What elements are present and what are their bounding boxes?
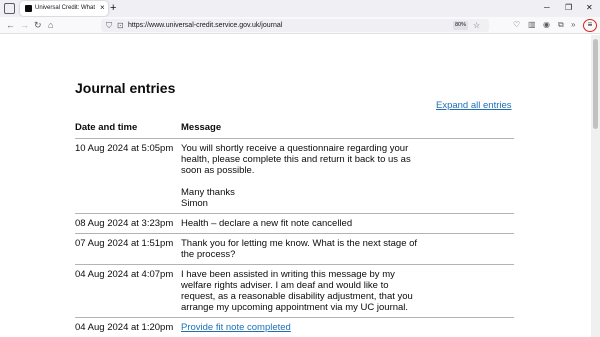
- entry-date: 04 Aug 2024 at 4:07pm: [75, 264, 181, 318]
- entry-message-cell: Thank you for letting me know. What is t…: [181, 233, 514, 265]
- back-icon[interactable]: ←: [6, 19, 15, 31]
- browser-tab[interactable]: Universal Credit: What Universa ×: [20, 1, 108, 16]
- sidebar-icon[interactable]: ▥: [528, 19, 536, 31]
- table-row: 10 Aug 2024 at 5:05pm You will shortly r…: [75, 138, 514, 214]
- entry-message: You will shortly receive a questionnaire…: [181, 143, 411, 176]
- account-icon[interactable]: ◉: [543, 19, 550, 31]
- list-all-tabs-icon[interactable]: [4, 3, 15, 14]
- home-icon[interactable]: ⌂: [48, 19, 53, 31]
- extensions-icon[interactable]: ⧉: [558, 19, 564, 31]
- lock-icon[interactable]: ⊡: [117, 20, 124, 31]
- page-scrollbar[interactable]: [591, 35, 600, 337]
- entry-message-link[interactable]: Provide fit note completed: [181, 322, 291, 333]
- url-text[interactable]: https://www.universal-credit.service.gov…: [128, 21, 282, 30]
- entry-message-cell: Health – declare a new fit note cancelle…: [181, 213, 514, 234]
- crown-favicon-icon: [25, 5, 32, 12]
- entry-message-cell: I have been assisted in writing this mes…: [181, 264, 514, 318]
- entry-signoff: Many thanks: [181, 187, 235, 198]
- table-row: 04 Aug 2024 at 4:07pm I have been assist…: [75, 264, 514, 318]
- address-bar[interactable]: ⛉ ⊡ https://www.universal-credit.service…: [101, 19, 489, 32]
- entry-message: I have been assisted in writing this mes…: [181, 269, 413, 313]
- entry-message: Health – declare a new fit note cancelle…: [181, 218, 353, 229]
- entry-date: 10 Aug 2024 at 5:05pm: [75, 138, 181, 214]
- scrollbar-thumb[interactable]: [593, 39, 598, 129]
- close-tab-icon[interactable]: ×: [100, 3, 105, 13]
- table-row: 04 Aug 2024 at 1:20pm Provide fit note c…: [75, 317, 514, 337]
- shield-icon[interactable]: ⛉: [106, 20, 112, 31]
- entry-message-cell: Provide fit note completed: [181, 317, 514, 337]
- table-row: 07 Aug 2024 at 1:51pm Thank you for lett…: [75, 233, 514, 265]
- entry-signature: Simon: [181, 198, 208, 209]
- forward-icon[interactable]: →: [20, 19, 29, 31]
- bookmark-star-icon[interactable]: ☆: [473, 20, 480, 31]
- journal-table: Date and time Message 10 Aug 2024 at 5:0…: [75, 121, 514, 337]
- message-column-header: Message: [181, 121, 514, 139]
- table-header-row: Date and time Message: [75, 121, 514, 139]
- minimize-icon[interactable]: ─: [544, 1, 550, 15]
- navigation-toolbar: ← → ↻ ⌂ ⛉ ⊡ https://www.universal-credit…: [0, 17, 600, 34]
- entry-message-cell: You will shortly receive a questionnaire…: [181, 138, 514, 214]
- window-close-icon[interactable]: ✕: [586, 1, 593, 15]
- entry-message: Thank you for letting me know. What is t…: [181, 238, 418, 260]
- table-row: 08 Aug 2024 at 3:23pm Health – declare a…: [75, 213, 514, 234]
- pocket-icon[interactable]: ♡: [513, 19, 520, 31]
- menu-icon[interactable]: ≡: [583, 19, 597, 32]
- date-column-header: Date and time: [75, 121, 181, 139]
- reload-icon[interactable]: ↻: [34, 19, 42, 31]
- entry-date: 04 Aug 2024 at 1:20pm: [75, 317, 181, 337]
- new-tab-button[interactable]: +: [110, 1, 116, 15]
- tab-strip: Universal Credit: What Universa × + ─ ❐ …: [0, 0, 600, 17]
- entry-date: 07 Aug 2024 at 1:51pm: [75, 233, 181, 265]
- more-tools-icon[interactable]: »: [571, 19, 575, 31]
- expand-all-entries-link[interactable]: Expand all entries: [436, 100, 512, 112]
- restore-icon[interactable]: ❐: [565, 1, 572, 15]
- entry-date: 08 Aug 2024 at 3:23pm: [75, 213, 181, 234]
- page-title: Journal entries: [75, 80, 176, 96]
- zoom-level[interactable]: 80%: [453, 21, 469, 30]
- tab-title: Universal Credit: What Universa: [35, 5, 97, 11]
